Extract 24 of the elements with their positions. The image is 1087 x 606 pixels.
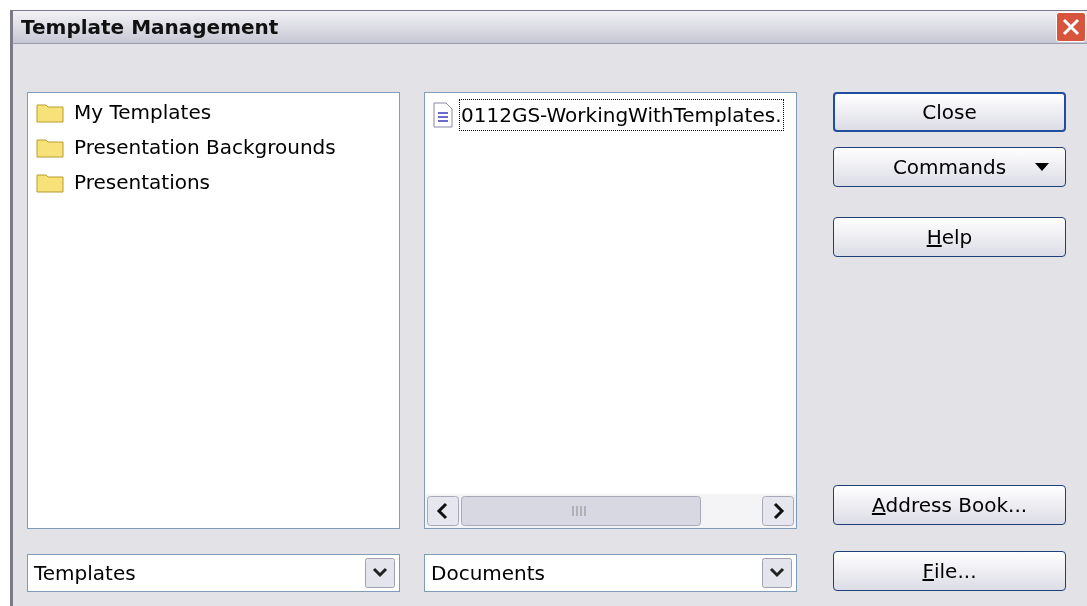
category-item[interactable]: Presentations — [36, 167, 399, 197]
dialog-button[interactable]: File... — [833, 551, 1066, 591]
dialog-button[interactable]: Address Book... — [833, 485, 1066, 525]
category-item[interactable]: Presentation Backgrounds — [36, 132, 399, 162]
category-item[interactable]: My Templates — [36, 97, 399, 127]
scroll-thumb-icon[interactable] — [461, 496, 701, 526]
scroll-left-icon[interactable] — [427, 496, 459, 526]
dialog-button[interactable]: Help — [833, 217, 1066, 257]
caret-icon — [1035, 163, 1049, 171]
chevron-down-icon — [762, 558, 792, 588]
dialog-button[interactable]: Close — [833, 92, 1066, 132]
dropdown-field[interactable]: Templates — [27, 554, 400, 592]
file-item[interactable]: 0112GS-WorkingWithTemplates. — [459, 99, 784, 131]
folder-icon — [36, 136, 64, 158]
chevron-down-icon — [365, 558, 395, 588]
folder-icon — [36, 101, 64, 123]
horizontal-scrollbar[interactable] — [425, 494, 796, 528]
scroll-right-icon[interactable] — [762, 496, 794, 526]
commands-button[interactable]: Commands — [833, 147, 1066, 187]
window-title: Template Management — [21, 14, 280, 41]
dropdown-field[interactable]: Documents — [424, 554, 797, 592]
close-icon[interactable] — [1056, 12, 1086, 42]
document-icon — [433, 102, 453, 128]
folder-icon — [36, 171, 64, 193]
